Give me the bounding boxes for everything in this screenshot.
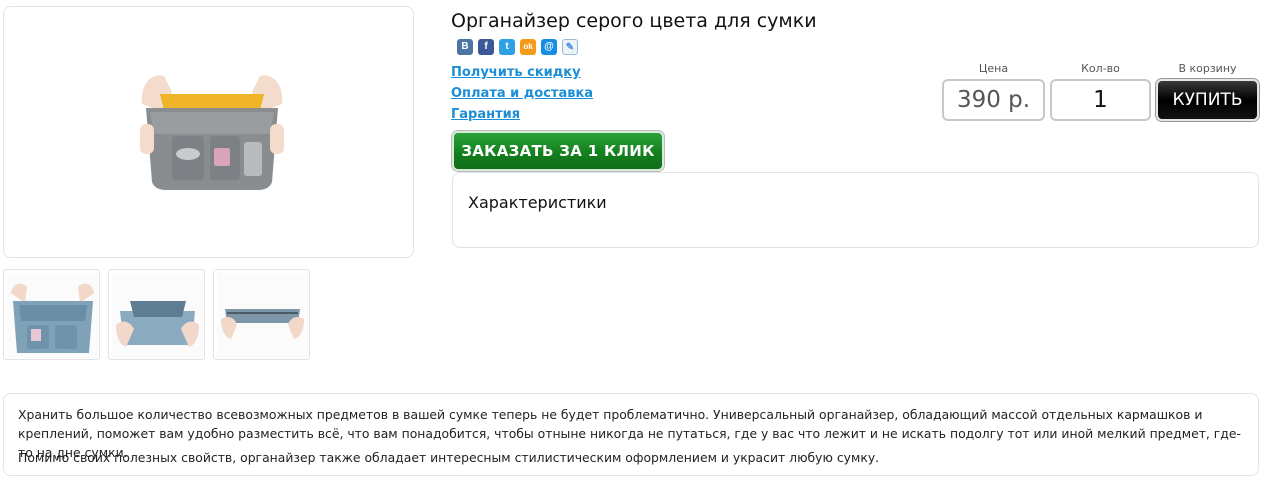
vk-icon[interactable]: В xyxy=(457,39,473,55)
quantity-input[interactable]: 1 xyxy=(1050,79,1151,121)
description-panel: Хранить большое количество всевозможных … xyxy=(3,393,1259,476)
characteristics-title: Характеристики xyxy=(468,193,607,212)
organizer-photo-3 xyxy=(217,273,308,358)
organizer-photo-2 xyxy=(112,273,203,358)
payment-delivery-link[interactable]: Оплата и доставка xyxy=(451,86,593,101)
livejournal-icon[interactable]: ✎ xyxy=(562,39,578,55)
get-discount-link[interactable]: Получить скидку xyxy=(451,65,581,80)
price-label: Цена xyxy=(978,62,1009,75)
organizer-photo-1 xyxy=(7,273,98,358)
qty-label: Кол-во xyxy=(1081,62,1120,75)
product-title: Органайзер серого цвета для сумки xyxy=(451,10,817,32)
mailru-icon[interactable]: @ xyxy=(541,39,557,55)
characteristics-panel: Характеристики xyxy=(452,172,1259,248)
thumbnail-3[interactable] xyxy=(213,269,310,360)
order-one-click-button[interactable]: ЗАКАЗАТЬ ЗА 1 КЛИК xyxy=(452,131,664,171)
thumbnail-2[interactable] xyxy=(108,269,205,360)
description-paragraph-2: Помимо своих полезных свойств, органайзе… xyxy=(18,450,880,465)
twitter-icon[interactable]: t xyxy=(499,39,515,55)
organizer-photo xyxy=(140,75,284,190)
buy-button[interactable]: КУПИТЬ xyxy=(1156,79,1259,121)
price-value: 390 р. xyxy=(942,79,1045,121)
cart-label: В корзину xyxy=(1178,62,1237,75)
warranty-link[interactable]: Гарантия xyxy=(451,107,520,122)
odnoklassniki-icon[interactable]: ok xyxy=(520,39,536,55)
thumbnail-1[interactable] xyxy=(3,269,100,360)
facebook-icon[interactable]: f xyxy=(478,39,494,55)
main-product-image[interactable] xyxy=(3,6,414,258)
